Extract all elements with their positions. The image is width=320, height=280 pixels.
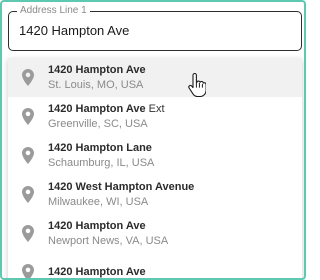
address-line-1-input[interactable]	[19, 23, 289, 38]
location-pin-icon	[8, 225, 48, 242]
suggestion-main-text: 1420 Hampton Ave Ext	[48, 102, 165, 115]
suggestion-item[interactable]: 1420 Hampton Ave	[8, 253, 302, 278]
location-pin-icon	[8, 147, 48, 164]
suggestion-secondary-text: Milwaukee, WI, USA	[48, 195, 149, 208]
suggestion-main-text: 1420 Hampton Ave	[48, 266, 146, 278]
suggestion-secondary-text: Schaumburg, IL, USA	[48, 156, 155, 169]
location-pin-icon	[8, 186, 48, 203]
location-pin-icon	[8, 108, 48, 125]
suggestion-secondary-text: Greenville, SC, USA	[48, 117, 148, 130]
suggestion-secondary-text: Newport News, VA, USA	[48, 234, 169, 247]
field-label: Address Line 1	[17, 5, 90, 17]
suggestion-item[interactable]: 1420 Hampton Ave Ext Greenville, SC, USA	[8, 97, 302, 136]
suggestion-main-text: 1420 West Hampton Avenue	[48, 180, 195, 193]
hand-cursor-icon	[188, 72, 207, 102]
suggestion-item[interactable]: 1420 Hampton Lane Schaumburg, IL, USA	[8, 136, 302, 175]
location-pin-icon	[8, 264, 48, 278]
suggestion-list: 1420 Hampton Ave St. Louis, MO, USA 1420…	[8, 58, 302, 278]
location-pin-icon	[8, 69, 48, 86]
address-autocomplete-panel: Address Line 1 1420 Hampton Ave St. Loui…	[0, 0, 306, 280]
suggestion-item[interactable]: 1420 West Hampton Avenue Milwaukee, WI, …	[8, 175, 302, 214]
suggestion-item[interactable]: 1420 Hampton Ave Newport News, VA, USA	[8, 214, 302, 253]
suggestion-item[interactable]: 1420 Hampton Ave St. Louis, MO, USA	[8, 58, 302, 97]
suggestion-secondary-text: St. Louis, MO, USA	[48, 78, 144, 91]
suggestion-main-text: 1420 Hampton Ave	[48, 63, 146, 76]
suggestion-main-text: 1420 Hampton Lane	[48, 141, 152, 154]
address-line-1-field[interactable]: Address Line 1	[8, 5, 302, 51]
suggestion-main-text: 1420 Hampton Ave	[48, 219, 146, 232]
